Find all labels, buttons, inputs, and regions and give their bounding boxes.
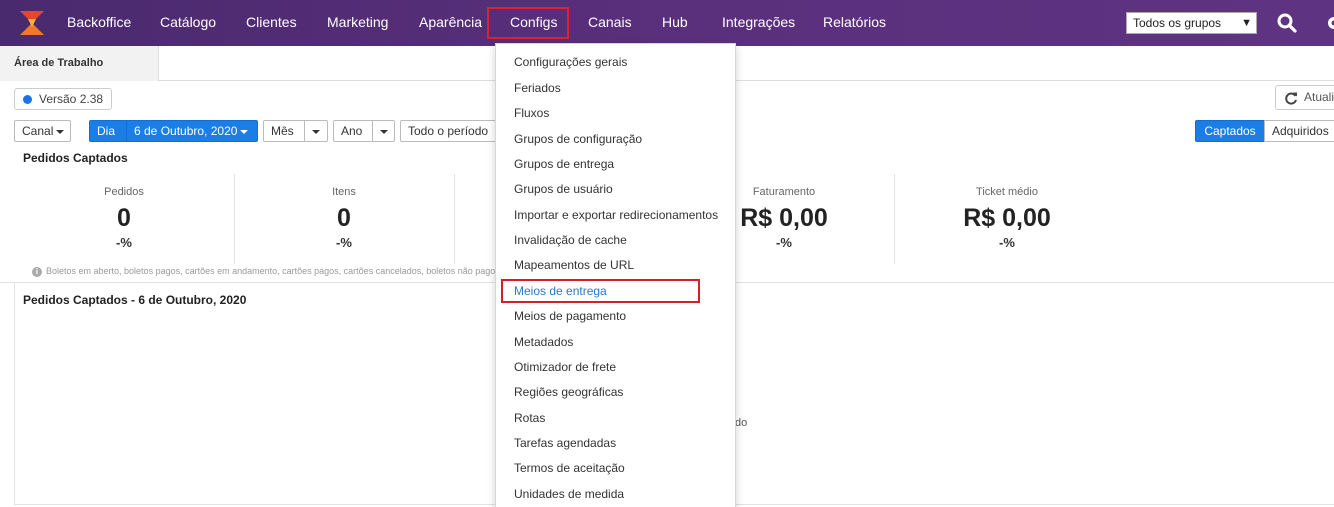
periodo-button[interactable]: Todo o período bbox=[400, 120, 510, 142]
menu-item-tarefas-agendadas[interactable]: Tarefas agendadas bbox=[514, 436, 616, 450]
metric-pedidos: Pedidos 0 -% bbox=[14, 186, 234, 250]
metric-value: 0 bbox=[337, 204, 351, 232]
version-label: Versão 2.38 bbox=[39, 92, 104, 106]
caret-down-icon bbox=[240, 129, 249, 134]
menu-item-unidades-de-medida[interactable]: Unidades de medida bbox=[514, 487, 624, 501]
metric-divider bbox=[894, 174, 895, 264]
menu-item-rotas[interactable]: Rotas bbox=[514, 411, 545, 425]
info-icon: i bbox=[32, 267, 42, 277]
chart-empty-note: do bbox=[735, 417, 748, 429]
refresh-label: Atualizar bbox=[1304, 90, 1334, 104]
metric-pct: -% bbox=[116, 235, 132, 250]
top-navbar: Backoffice Catálogo Clientes Marketing A… bbox=[0, 0, 1334, 46]
adquiridos-toggle[interactable]: Adquiridos bbox=[1264, 120, 1334, 142]
date-picker[interactable]: 6 de Outubro, 2020 bbox=[126, 120, 258, 142]
mes-button[interactable]: Mês bbox=[263, 120, 305, 142]
menu-item-feriados[interactable]: Feriados bbox=[514, 81, 561, 95]
menu-item-importar-exportar-redirecionamentos[interactable]: Importar e exportar redirecionamentos bbox=[514, 208, 718, 222]
canal-dropdown[interactable]: Canal bbox=[14, 120, 71, 142]
group-select-value: Todos os grupos bbox=[1133, 16, 1222, 30]
configs-highlight-box bbox=[487, 7, 569, 39]
metric-pct: -% bbox=[999, 235, 1015, 250]
dia-button[interactable]: Dia bbox=[89, 120, 127, 142]
meios-de-entrega-highlight-box bbox=[501, 279, 700, 303]
mes-caret-button[interactable] bbox=[304, 120, 328, 142]
search-icon[interactable] bbox=[1277, 13, 1297, 33]
metric-pct: -% bbox=[336, 235, 352, 250]
menu-item-grupos-de-entrega[interactable]: Grupos de entrega bbox=[514, 157, 614, 171]
menu-item-mapeamentos-de-url[interactable]: Mapeamentos de URL bbox=[514, 258, 634, 272]
date-label: 6 de Outubro, 2020 bbox=[134, 124, 238, 138]
metric-value: R$ 0,00 bbox=[963, 204, 1051, 232]
metric-label: Itens bbox=[332, 186, 356, 198]
metric-label: Pedidos bbox=[104, 186, 144, 198]
menu-item-fluxos[interactable]: Fluxos bbox=[514, 106, 549, 120]
status-dot-icon bbox=[23, 95, 32, 104]
gear-icon[interactable] bbox=[1324, 12, 1334, 34]
metric-itens: Itens 0 -% bbox=[234, 186, 454, 250]
version-badge: Versão 2.38 bbox=[14, 88, 113, 110]
menu-item-meios-de-pagamento[interactable]: Meios de pagamento bbox=[514, 309, 626, 323]
captados-toggle[interactable]: Captados bbox=[1195, 120, 1265, 142]
metric-ticket-medio: Ticket médio R$ 0,00 -% bbox=[897, 186, 1117, 250]
nav-aparencia[interactable]: Aparência bbox=[419, 0, 482, 46]
status-info-line: i Boletos em aberto, boletos pagos, cartõ… bbox=[32, 266, 532, 277]
menu-item-metadados[interactable]: Metadados bbox=[514, 335, 573, 349]
group-select[interactable]: Todos os grupos ▼ bbox=[1126, 12, 1257, 34]
configs-dropdown-menu: Configurações gerais Feriados Fluxos Gru… bbox=[495, 43, 736, 507]
refresh-icon bbox=[1285, 92, 1297, 105]
ano-button[interactable]: Ano bbox=[333, 120, 373, 142]
nav-catalogo[interactable]: Catálogo bbox=[160, 0, 216, 46]
nav-canais[interactable]: Canais bbox=[588, 0, 632, 46]
status-info-text: Boletos em aberto, boletos pagos, cartõe… bbox=[46, 266, 532, 276]
metric-value: 0 bbox=[117, 204, 131, 232]
menu-item-regioes-geograficas[interactable]: Regiões geográficas bbox=[514, 385, 623, 399]
section-title: Pedidos Captados bbox=[23, 151, 128, 165]
chart-title: Pedidos Captados - 6 de Outubro, 2020 bbox=[23, 293, 247, 307]
metric-divider bbox=[454, 174, 455, 264]
metric-label: Ticket médio bbox=[976, 186, 1038, 198]
canal-label: Canal bbox=[22, 124, 54, 138]
menu-item-termos-de-aceitacao[interactable]: Termos de aceitação bbox=[514, 461, 625, 475]
logo-icon[interactable] bbox=[18, 7, 46, 37]
menu-item-grupos-de-usuario[interactable]: Grupos de usuário bbox=[514, 182, 613, 196]
nav-clientes[interactable]: Clientes bbox=[246, 0, 297, 46]
refresh-button[interactable]: Atualizar bbox=[1275, 85, 1334, 110]
caret-down-icon bbox=[312, 129, 320, 134]
nav-marketing[interactable]: Marketing bbox=[327, 0, 388, 46]
nav-integracoes[interactable]: Integrações bbox=[722, 0, 795, 46]
menu-item-configuracoes-gerais[interactable]: Configurações gerais bbox=[514, 55, 627, 69]
tab-area-de-trabalho[interactable]: Área de Trabalho bbox=[0, 46, 159, 81]
caret-down-icon bbox=[380, 129, 388, 134]
nav-backoffice[interactable]: Backoffice bbox=[67, 0, 131, 46]
menu-item-otimizador-de-frete[interactable]: Otimizador de frete bbox=[514, 360, 616, 374]
ano-caret-button[interactable] bbox=[372, 120, 395, 142]
menu-item-invalidacao-de-cache[interactable]: Invalidação de cache bbox=[514, 233, 627, 247]
menu-item-grupos-de-configuracao[interactable]: Grupos de configuração bbox=[514, 132, 642, 146]
nav-relatorios[interactable]: Relatórios bbox=[823, 0, 886, 46]
caret-down-icon bbox=[56, 129, 65, 134]
nav-hub[interactable]: Hub bbox=[662, 0, 688, 46]
chevron-down-icon: ▼ bbox=[1241, 17, 1252, 29]
